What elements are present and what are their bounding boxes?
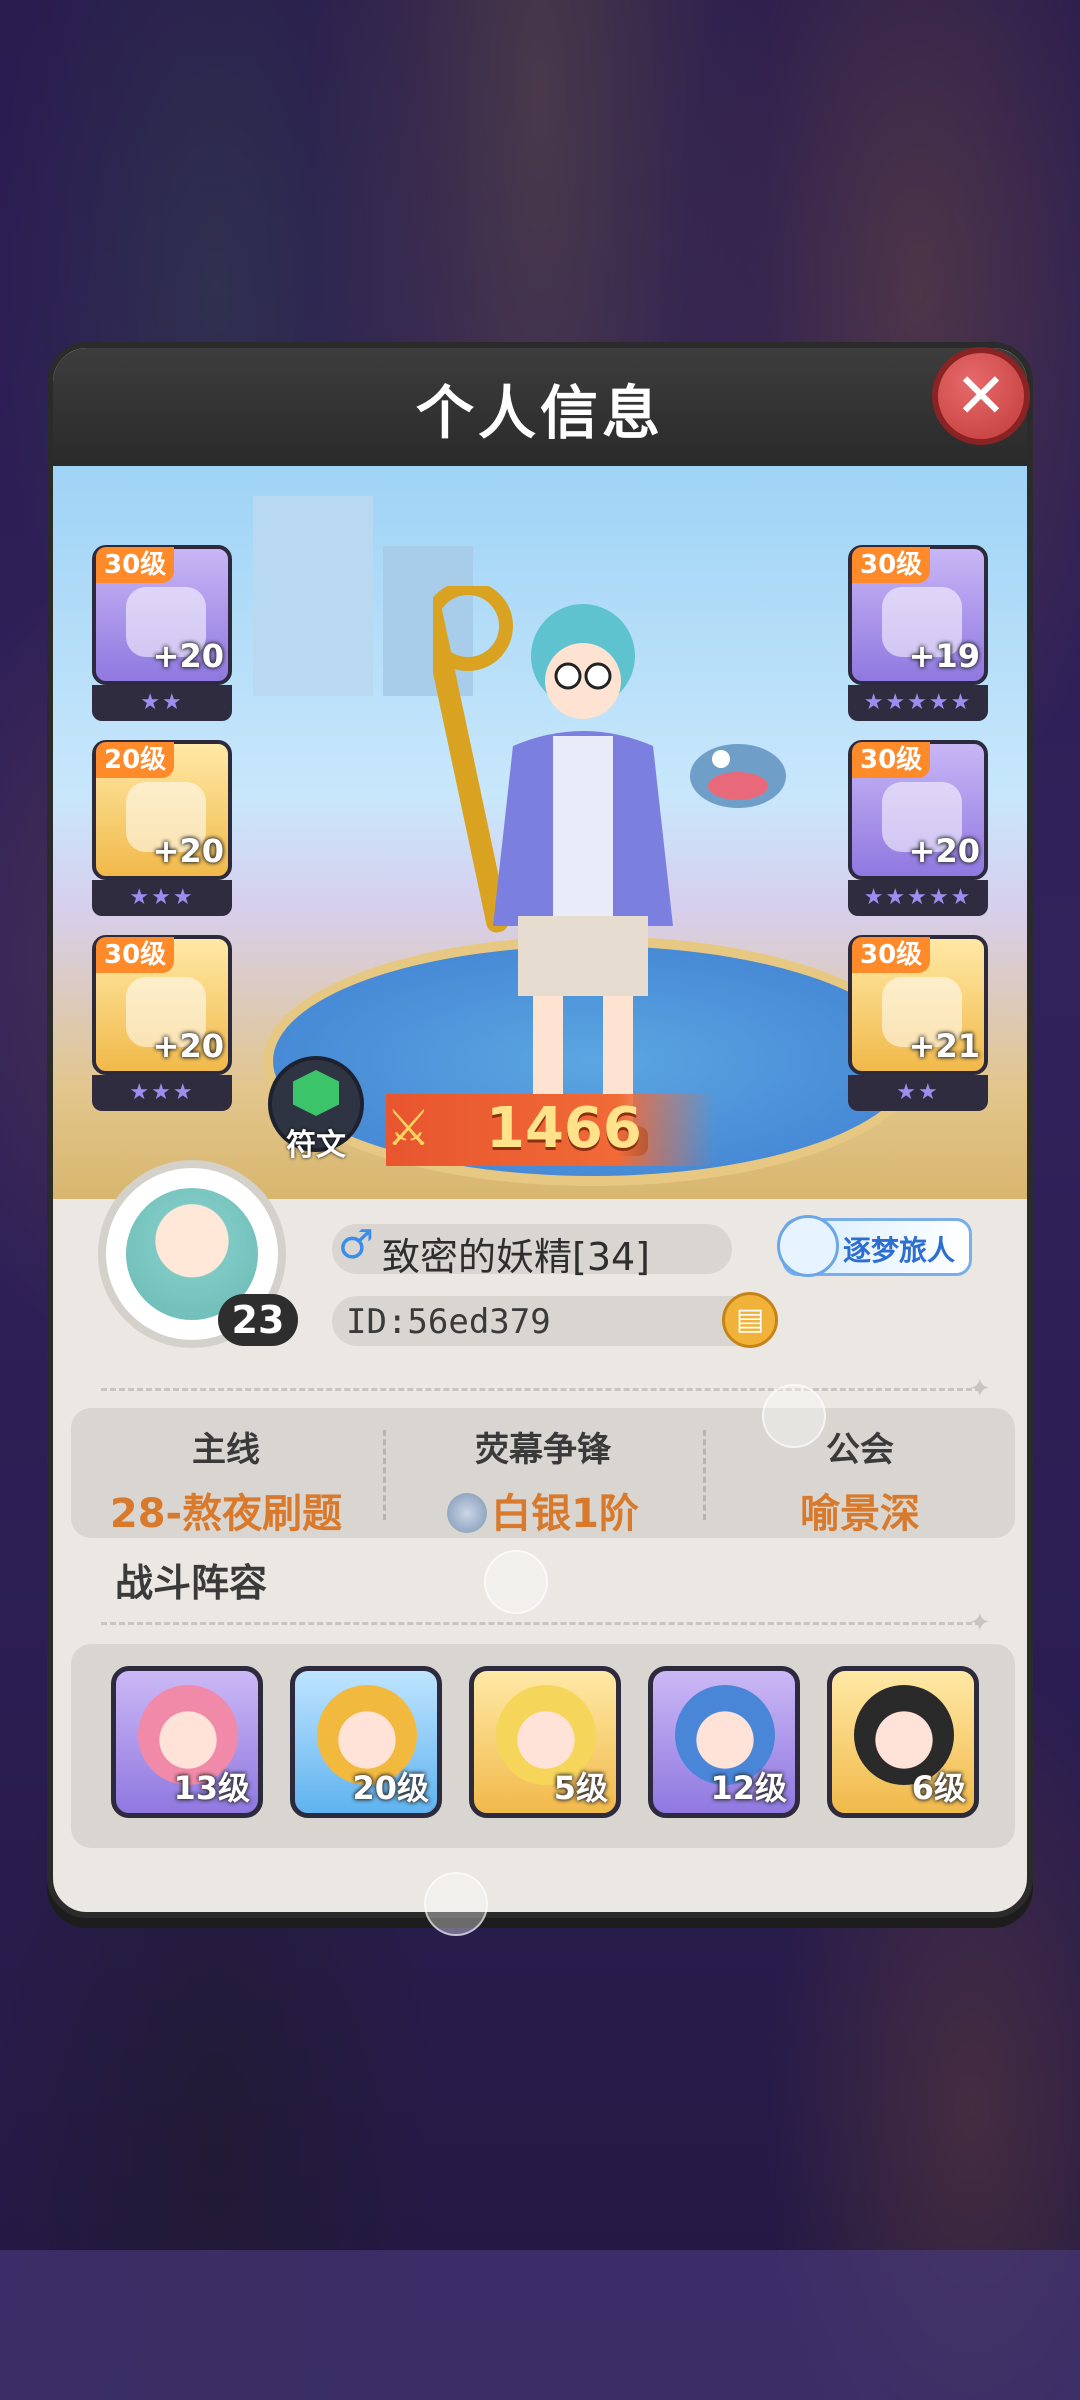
rank-icon — [447, 1493, 488, 1533]
stat-label: 主线 — [192, 1430, 260, 1470]
lineup-hero-5[interactable]: 6级 — [827, 1666, 979, 1818]
equip-plus: +19 — [908, 637, 980, 675]
equip-slot-shoes[interactable]: 30级 +20 ★★★ — [92, 935, 232, 1115]
player-id: ID:56ed379 — [346, 1302, 551, 1342]
hero-level: 6级 — [911, 1769, 966, 1807]
rune-button[interactable]: 符文 — [268, 1056, 364, 1163]
equip-slot-accessory[interactable]: 30级 +21 ★★ — [848, 935, 988, 1115]
copy-id-button[interactable]: ▤ — [722, 1292, 778, 1348]
player-name[interactable]: 致密的妖精[34] — [382, 1226, 650, 1281]
bottom-nav-blurred — [0, 2250, 1080, 2400]
stats-panel: 主线 28-熬夜刷题 荧幕争锋 白银1阶 公会 喻景深 — [71, 1408, 1015, 1538]
player-level-badge: 23 — [218, 1294, 298, 1346]
close-icon: ✕ — [955, 359, 1007, 432]
equip-plus: +20 — [152, 637, 224, 675]
equip-level: 30级 — [96, 547, 175, 583]
title-badge[interactable]: 逐梦旅人 — [777, 1215, 972, 1277]
equip-stars: ★★★★★ — [848, 685, 988, 721]
stat-arena[interactable]: 荧幕争锋 白银1阶 — [388, 1408, 698, 1538]
dashed-divider — [101, 1388, 981, 1391]
lineup-hero-3[interactable]: 5级 — [469, 1666, 621, 1818]
equip-slot-pants[interactable]: 30级 +20 ★★★★★ — [848, 740, 988, 920]
background-building — [253, 496, 373, 696]
stat-label: 公会 — [826, 1430, 894, 1470]
lineup-hero-2[interactable]: 20级 — [290, 1666, 442, 1818]
rank-text: 白银1阶 — [491, 1491, 639, 1537]
male-gender-icon: ♂ — [338, 1222, 374, 1268]
touch-indicator — [762, 1384, 826, 1448]
touch-indicator — [424, 1872, 488, 1936]
hero-level: 13级 — [173, 1769, 250, 1807]
equip-stars: ★★ — [848, 1075, 988, 1111]
combat-power: ⚔ 1466 — [386, 1094, 716, 1166]
equip-stars: ★★★ — [92, 1075, 232, 1111]
equip-plus: +21 — [908, 1027, 980, 1065]
equip-slot-bracer[interactable]: 20级 +20 ★★★ — [92, 740, 232, 920]
divider — [383, 1430, 386, 1520]
hero-level: 5级 — [553, 1769, 608, 1807]
equip-level: 30级 — [852, 547, 931, 583]
equip-plus: +20 — [908, 832, 980, 870]
sparkle-icon: ✦ — [969, 1374, 991, 1404]
equip-stars: ★★ — [92, 685, 232, 721]
cloud-mascot-icon — [777, 1215, 839, 1277]
panel-title: 个人信息 — [415, 379, 664, 447]
title-badge-text: 逐梦旅人 — [843, 1234, 956, 1267]
rune-gem-icon — [293, 1070, 339, 1116]
equip-plus: +20 — [152, 832, 224, 870]
equip-stars: ★★★ — [92, 880, 232, 916]
touch-indicator — [484, 1550, 548, 1614]
lineup-title: 战斗阵容 — [115, 1561, 268, 1605]
sword-icon: ⚔ — [386, 1099, 431, 1157]
rune-label: 符文 — [286, 1128, 346, 1163]
combat-power-value: 1466 — [486, 1096, 642, 1161]
equip-level: 20级 — [96, 742, 175, 778]
copy-icon: ▤ — [735, 1302, 765, 1337]
stat-label: 荧幕争锋 — [475, 1430, 611, 1470]
lineup-hero-4[interactable]: 12级 — [648, 1666, 800, 1818]
equip-slot-helmet[interactable]: 30级 +20 ★★ — [92, 545, 232, 725]
equip-slot-jacket[interactable]: 30级 +19 ★★★★★ — [848, 545, 988, 725]
panel-header: 个人信息 — [53, 348, 1027, 466]
close-button[interactable]: ✕ — [932, 347, 1030, 445]
equip-plus: +20 — [152, 1027, 224, 1065]
lineup-hero-1[interactable]: 13级 — [111, 1666, 263, 1818]
stat-mainline[interactable]: 主线 28-熬夜刷题 — [71, 1408, 381, 1538]
stat-guild[interactable]: 公会 喻景深 — [705, 1408, 1015, 1538]
equip-stars: ★★★★★ — [848, 880, 988, 916]
equip-level: 30级 — [852, 742, 931, 778]
stat-value: 白银1阶 — [388, 1481, 698, 1539]
stat-value: 28-熬夜刷题 — [109, 1491, 343, 1537]
shark-pet — [690, 744, 786, 808]
hero-level: 20级 — [352, 1769, 429, 1807]
dashed-divider — [101, 1622, 981, 1625]
stat-value: 喻景深 — [800, 1491, 920, 1537]
sparkle-icon: ✦ — [969, 1608, 991, 1638]
hero-level: 12级 — [710, 1769, 787, 1807]
lineup-panel: 13级 20级 5级 12级 6级 — [71, 1644, 1015, 1848]
equip-level: 30级 — [852, 937, 931, 973]
equip-level: 30级 — [96, 937, 175, 973]
